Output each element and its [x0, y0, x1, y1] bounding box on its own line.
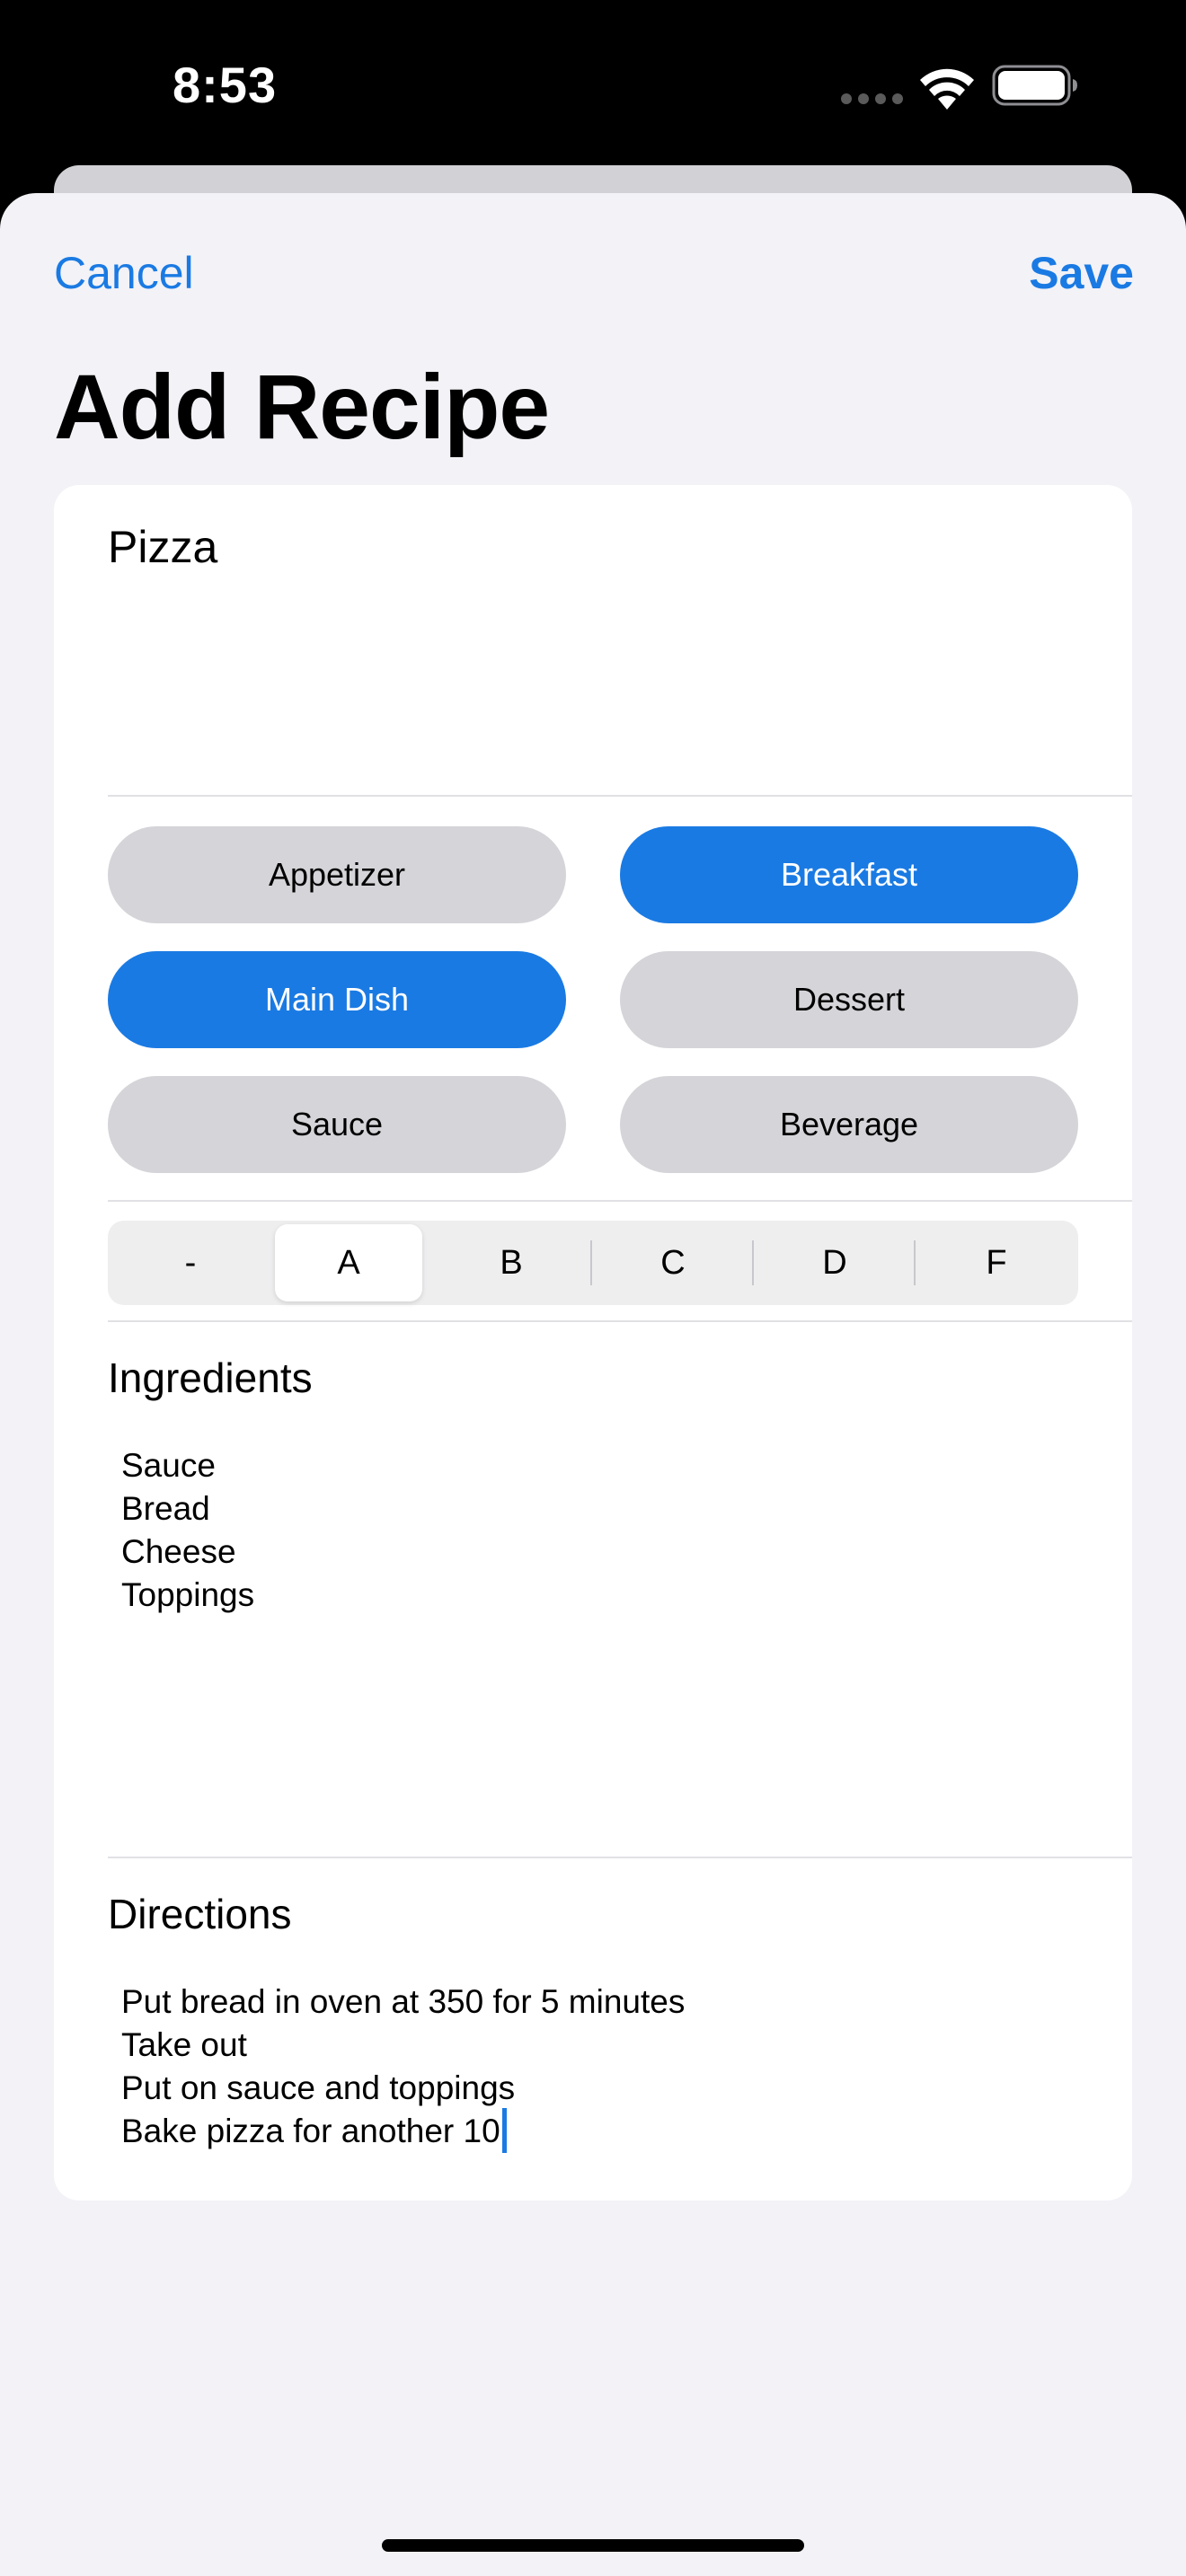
save-button[interactable]: Save	[1029, 247, 1134, 299]
rating-segment-d[interactable]: D	[761, 1224, 908, 1301]
segment-separator	[914, 1240, 916, 1285]
direction-line: Take out	[121, 2026, 247, 2063]
direction-line: Bake pizza for another 10	[121, 2113, 500, 2149]
divider	[108, 1320, 1132, 1322]
segment-separator	[752, 1240, 754, 1285]
category-dessert-button[interactable]: Dessert	[620, 951, 1078, 1048]
recipe-form-card: Pizza Appetizer Breakfast Main Dish Dess…	[54, 485, 1132, 2201]
page-title: Add Recipe	[54, 356, 550, 458]
rating-segment-c[interactable]: C	[599, 1224, 747, 1301]
ingredient-line: Cheese	[121, 1533, 236, 1570]
divider	[108, 1200, 1132, 1202]
recipe-name-field[interactable]: Pizza	[108, 521, 217, 573]
ingredients-text-area[interactable]: Sauce Bread Cheese Toppings	[121, 1444, 254, 1617]
segment-separator	[590, 1240, 592, 1285]
ingredient-line: Bread	[121, 1490, 210, 1527]
category-breakfast-button[interactable]: Breakfast	[620, 826, 1078, 923]
direction-line-with-cursor: Bake pizza for another 10	[121, 2108, 685, 2154]
rating-segment-f[interactable]: F	[923, 1224, 1070, 1301]
battery-icon	[992, 65, 1077, 106]
category-sauce-button[interactable]: Sauce	[108, 1076, 566, 1173]
text-cursor	[501, 2108, 507, 2154]
divider	[108, 795, 1132, 797]
ingredient-line: Toppings	[121, 1576, 255, 1613]
category-appetizer-button[interactable]: Appetizer	[108, 826, 566, 923]
direction-line: Put bread in oven at 350 for 5 minutes	[121, 1983, 686, 2020]
signal-dots-icon	[841, 93, 904, 104]
rating-segmented-control: - A B C D F	[108, 1221, 1078, 1305]
rating-segment-none[interactable]: -	[117, 1224, 264, 1301]
status-time: 8:53	[173, 57, 278, 113]
status-bar: 8:53	[0, 0, 1186, 166]
category-main-dish-button[interactable]: Main Dish	[108, 951, 566, 1048]
directions-label: Directions	[108, 1891, 292, 1937]
ingredients-label: Ingredients	[108, 1354, 313, 1401]
divider	[108, 1857, 1132, 1858]
add-recipe-sheet: Cancel Save Add Recipe Pizza Appetizer B…	[0, 193, 1186, 2576]
ingredient-line: Sauce	[121, 1447, 216, 1484]
directions-text-area[interactable]: Put bread in oven at 350 for 5 minutes T…	[121, 1981, 686, 2154]
category-beverage-button[interactable]: Beverage	[620, 1076, 1078, 1173]
direction-line: Put on sauce and toppings	[121, 2069, 516, 2106]
home-indicator[interactable]	[382, 2539, 804, 2552]
cancel-button[interactable]: Cancel	[54, 247, 194, 299]
wifi-icon	[920, 68, 974, 110]
rating-segment-b[interactable]: B	[438, 1224, 585, 1301]
rating-segment-a[interactable]: A	[275, 1224, 422, 1301]
